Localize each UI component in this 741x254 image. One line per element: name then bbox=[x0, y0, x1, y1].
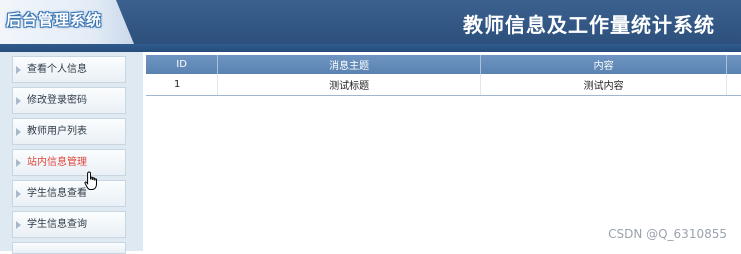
sidebar-item-label: 学生信息查询 bbox=[27, 219, 87, 230]
sidebar-item-teacher-list[interactable]: 教师用户列表 bbox=[12, 118, 126, 145]
arrow-icon bbox=[16, 97, 21, 105]
logo-panel: 后台管理系统 bbox=[0, 0, 134, 44]
sidebar-item-label: 学生信息查看 bbox=[27, 188, 87, 199]
main-content: ID 消息主题 内容 1 测试标题 测试内容 bbox=[143, 52, 741, 251]
column-header-id: ID bbox=[146, 55, 219, 74]
arrow-icon bbox=[16, 128, 21, 136]
logo: 后台管理系统 bbox=[6, 11, 103, 29]
sidebar-item-label: 查看个人信息 bbox=[27, 64, 87, 75]
column-header-content: 内容 bbox=[480, 55, 728, 74]
arrow-icon bbox=[16, 159, 21, 167]
sidebar-item-label: 站内信息管理 bbox=[27, 157, 87, 168]
sidebar: 查看个人信息 修改登录密码 教师用户列表 站内信息管理 学生信息查看 学生信息查… bbox=[0, 52, 143, 254]
sidebar-item-view-students[interactable]: 学生信息查看 bbox=[12, 180, 126, 207]
sidebar-item-query-students[interactable]: 学生信息查询 bbox=[12, 211, 126, 238]
system-title: 教师信息及工作量统计系统 bbox=[463, 13, 715, 37]
sidebar-item-partial[interactable] bbox=[12, 242, 126, 254]
watermark: CSDN @Q_6310855 bbox=[608, 227, 727, 241]
message-table: ID 消息主题 内容 1 测试标题 测试内容 bbox=[146, 55, 741, 96]
header-divider bbox=[0, 44, 741, 52]
sidebar-item-view-profile[interactable]: 查看个人信息 bbox=[12, 56, 126, 83]
arrow-icon bbox=[16, 221, 21, 229]
arrow-icon bbox=[16, 66, 21, 74]
sidebar-item-change-password[interactable]: 修改登录密码 bbox=[12, 87, 126, 114]
table-header-row: ID 消息主题 内容 bbox=[146, 55, 741, 74]
table-row[interactable]: 1 测试标题 测试内容 bbox=[146, 74, 741, 96]
column-header-extra bbox=[726, 55, 741, 74]
sidebar-item-label: 教师用户列表 bbox=[27, 126, 87, 137]
column-header-subject: 消息主题 bbox=[217, 55, 482, 74]
sidebar-item-label: 修改登录密码 bbox=[27, 95, 87, 106]
arrow-icon bbox=[16, 190, 21, 198]
cell-content: 测试内容 bbox=[480, 74, 728, 96]
hand-pointer-icon bbox=[84, 171, 97, 190]
sidebar-item-site-messages[interactable]: 站内信息管理 bbox=[12, 149, 126, 176]
cell-id: 1 bbox=[146, 74, 219, 96]
cell-extra bbox=[726, 74, 741, 96]
top-header: 后台管理系统 教师信息及工作量统计系统 bbox=[0, 0, 741, 44]
cell-subject: 测试标题 bbox=[217, 74, 482, 96]
